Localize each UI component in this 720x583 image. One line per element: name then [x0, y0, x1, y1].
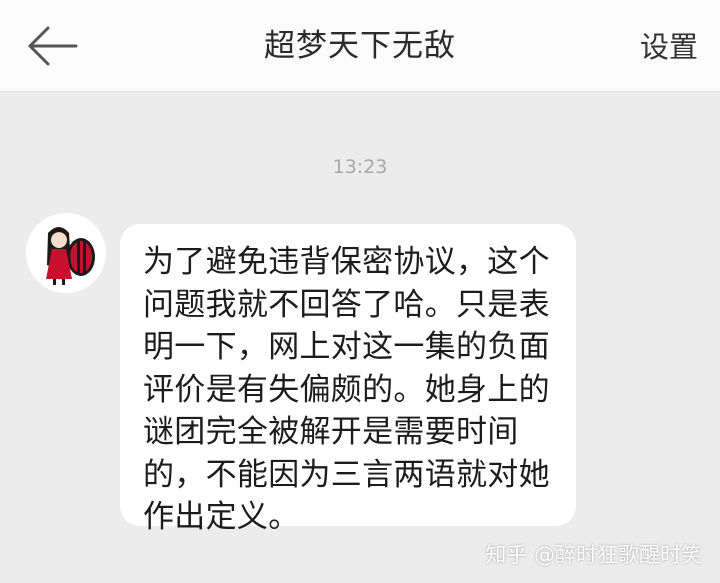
top-bar: 超梦天下无敌 设置 [0, 0, 720, 92]
message-line: 评价是有失偏颇的。她身上的 [143, 371, 550, 408]
watermark: 知乎 @醉时狂歌醒时笑 [485, 543, 702, 567]
message-line: 的，不能因为三言两语就对她 [143, 456, 550, 493]
message-line: 问题我就不回答了哈。只是表 [143, 286, 550, 323]
settings-button[interactable]: 设置 [640, 24, 698, 70]
chat-title: 超梦天下无敌 [264, 28, 456, 64]
avatar[interactable] [26, 213, 106, 293]
message-line: 作出定义。 [143, 499, 300, 535]
message-timestamp: 13:23 [332, 156, 388, 178]
avatar-image [26, 213, 106, 293]
message-line: 为了避免违背保密协议，这个 [143, 244, 550, 280]
message-line: 明一下，网上对这一集的负面 [143, 329, 550, 365]
message-line: 谜团完全被解开是需要时间 [143, 414, 519, 450]
back-arrow-icon [28, 26, 78, 66]
message-bubble[interactable]: 为了避免违背保密协议，这个 问题我就不回答了哈。只是表 明一下，网上对这一集的负… [120, 224, 576, 535]
back-button[interactable] [22, 20, 82, 72]
